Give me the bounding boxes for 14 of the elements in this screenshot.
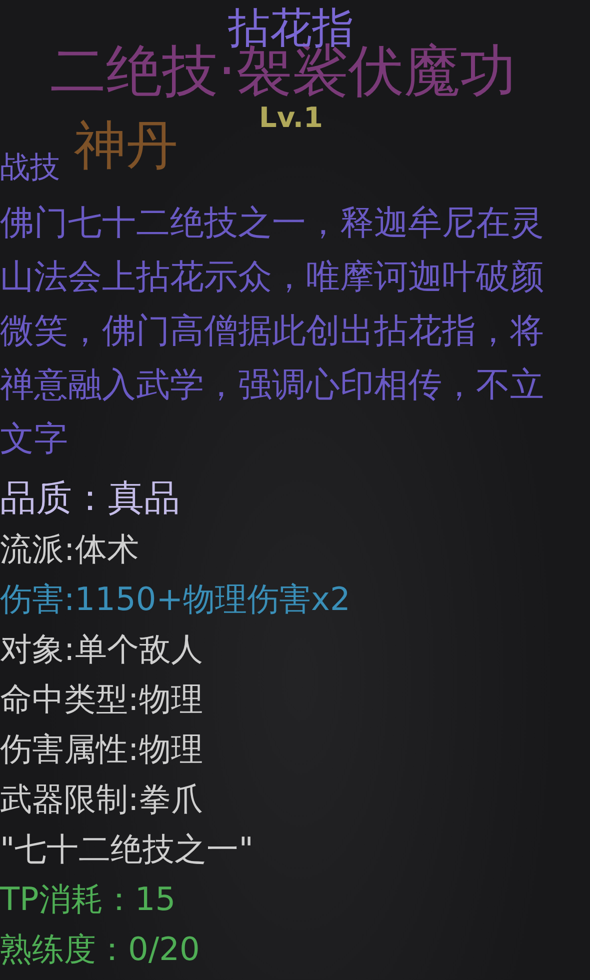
skill-description: 佛门七十二绝技之一，释迦牟尼在灵山法会上拈花示众，唯摩诃迦叶破颜微笑，佛门高僧据此创出拈花指，将禅意融入武学，强调心印相传，不立文字 [0, 202, 545, 461]
stat-text: "七十二绝技之一" [0, 829, 254, 870]
cost-text: TP消耗：15 [0, 879, 177, 920]
stat-text: 对象:单个敌人 [0, 629, 204, 670]
stat-text: 命中类型:物理 [0, 679, 204, 720]
skill-category: 战技 [0, 149, 61, 187]
quality-text: 品质：真品 [0, 477, 181, 521]
stat-text: 武器限制:拳爪 [0, 779, 204, 820]
cost-text: 熟练度：0/20 [0, 929, 201, 970]
damage-text: 伤害:1150+物理伤害x2 [0, 579, 352, 620]
background-text: 神丹 [74, 120, 178, 172]
skill-level: Lv.1 [259, 100, 323, 136]
stat-text: 伤害属性:物理 [0, 729, 204, 770]
stat-text: 流派:体术 [0, 529, 140, 570]
